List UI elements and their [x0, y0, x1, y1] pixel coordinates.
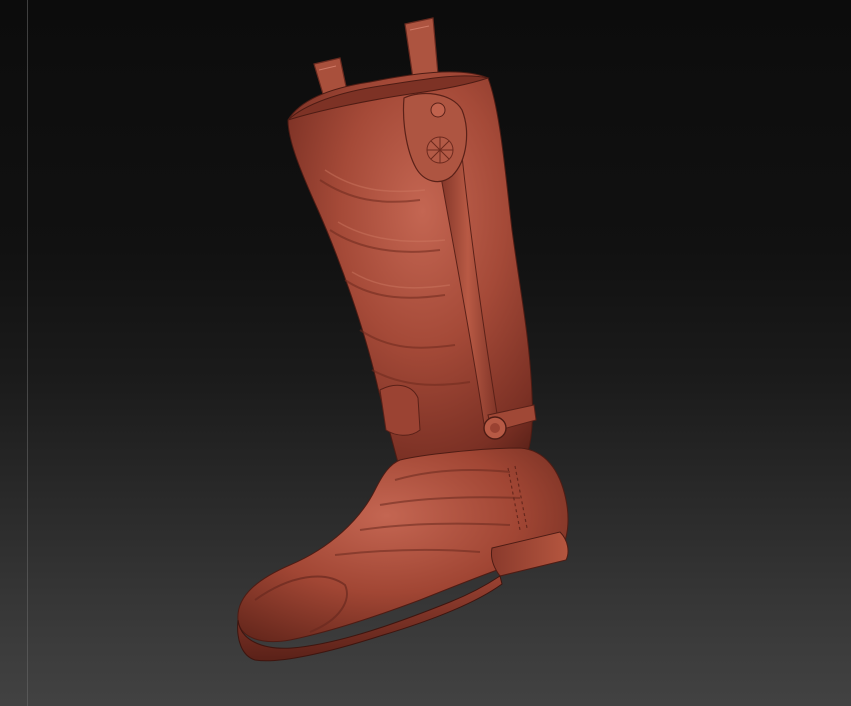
boot-sunburst-emblem — [426, 136, 454, 164]
3d-viewport-canvas[interactable] — [0, 0, 851, 706]
sculpt-model-boot[interactable] — [0, 0, 851, 706]
boot-ankle-side-panel — [379, 384, 421, 436]
boot-strap-rivet-top — [430, 102, 446, 118]
